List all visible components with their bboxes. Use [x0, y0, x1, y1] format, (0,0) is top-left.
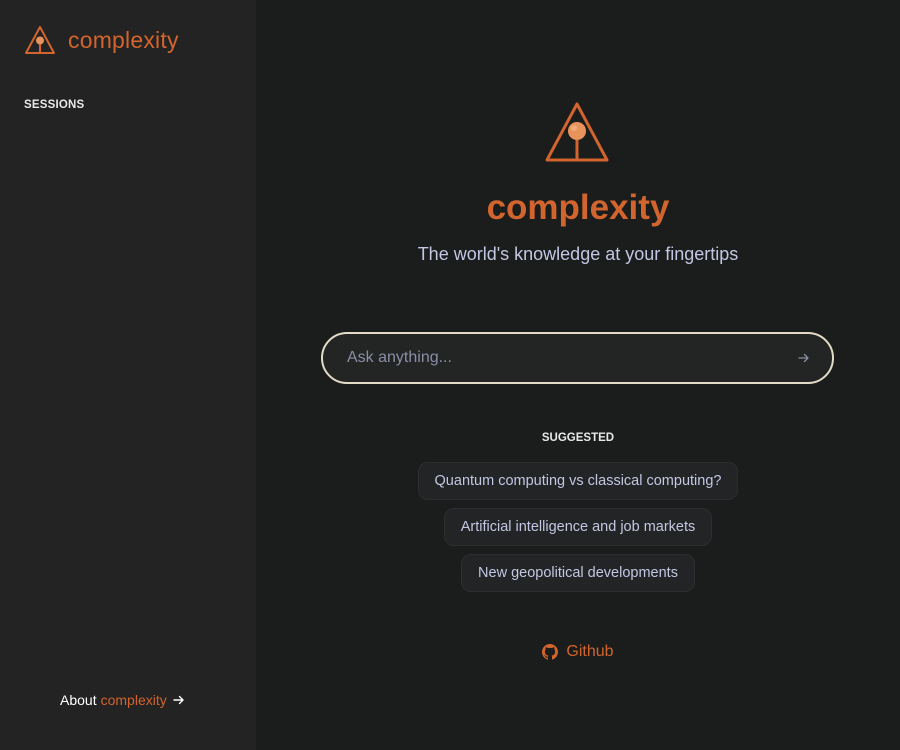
send-button[interactable]	[796, 350, 812, 366]
github-label: Github	[566, 643, 614, 660]
brand-name: complexity	[68, 26, 179, 53]
about-link[interactable]: About complexity	[60, 692, 185, 708]
github-link[interactable]: Github	[256, 643, 900, 661]
suggestion-chip[interactable]: New geopolitical developments	[461, 554, 695, 592]
suggestion-chip[interactable]: Artificial intelligence and job markets	[443, 508, 713, 546]
suggested-heading: SUGGESTED	[541, 432, 615, 444]
search-input[interactable]	[347, 349, 796, 367]
arrow-right-icon	[173, 695, 184, 705]
page-title: complexity	[486, 188, 670, 227]
hero-logo-icon	[545, 102, 609, 162]
sidebar-brand[interactable]: complexity	[24, 24, 179, 56]
app: complexity SESSIONS About complexity com…	[0, 0, 900, 750]
suggestion-chip[interactable]: Quantum computing vs classical computing…	[417, 462, 739, 500]
about-accent: complexity	[100, 692, 167, 708]
suggestion-list: Quantum computing vs classical computing…	[256, 462, 900, 600]
about-prefix: About	[60, 692, 97, 708]
sidebar: complexity SESSIONS About complexity	[0, 0, 256, 750]
tagline: The world's knowledge at your fingertips	[417, 244, 739, 264]
arrow-right-icon	[798, 353, 809, 363]
logo-icon	[25, 26, 55, 54]
main-panel: complexity The world's knowledge at your…	[256, 0, 900, 750]
search-box	[321, 332, 834, 384]
sessions-heading: SESSIONS	[24, 99, 85, 111]
github-icon	[542, 644, 559, 660]
